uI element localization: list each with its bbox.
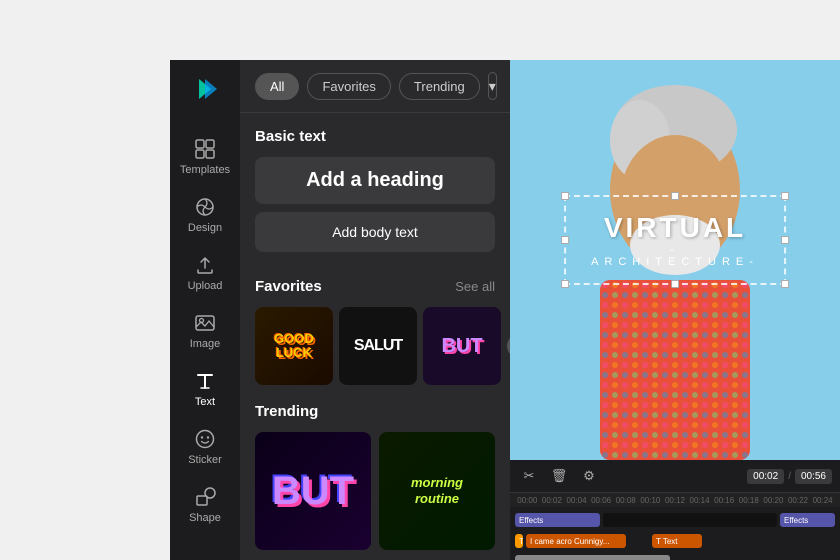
app-logo[interactable] xyxy=(191,75,219,108)
trending-morning-text: morningroutine xyxy=(411,475,463,506)
sticker-label: Sticker xyxy=(188,454,222,466)
total-time: 00:56 xyxy=(795,469,832,484)
favorites-next-button[interactable]: › xyxy=(507,334,510,358)
ruler-mark: 00:18 xyxy=(736,496,761,505)
scissors-icon[interactable]: ✂ xyxy=(518,465,540,487)
settings-icon[interactable]: ⚙ xyxy=(578,465,600,487)
shape-icon xyxy=(194,486,216,508)
sticker-good-luck[interactable]: GOODLUCK xyxy=(255,307,333,385)
ruler-mark: 00:06 xyxy=(589,496,614,505)
ruler-mark: 00:16 xyxy=(712,496,737,505)
ruler-mark: 00:10 xyxy=(638,496,663,505)
timeline-tracks: Effects Effects T I came acro Cunnigy...… xyxy=(510,507,840,560)
tabs-more-button[interactable]: ▾ xyxy=(488,72,497,100)
effects-clip2[interactable]: Effects xyxy=(780,513,835,527)
text-icon xyxy=(194,370,216,392)
panel-tabs: All Favorites Trending ▾ xyxy=(240,60,510,113)
sidebar-item-upload[interactable]: Upload xyxy=(170,244,240,302)
upload-label: Upload xyxy=(188,280,223,292)
sidebar-item-design[interactable]: Design xyxy=(170,186,240,244)
architecture-text: -ARCHITECTURE- xyxy=(591,244,759,268)
sidebar-item-templates[interactable]: Templates xyxy=(170,128,240,186)
current-time: 00:02 xyxy=(747,469,784,484)
trending-header: Trending xyxy=(255,403,495,420)
templates-icon xyxy=(194,138,216,160)
design-icon xyxy=(194,196,216,218)
tab-favorites[interactable]: Favorites xyxy=(307,73,390,100)
panel-content: Basic text Add a heading Add body text F… xyxy=(240,113,510,558)
ruler-mark: 00:02 xyxy=(540,496,565,505)
ruler-mark: 00:12 xyxy=(663,496,688,505)
ruler-mark: 00:14 xyxy=(687,496,712,505)
design-label: Design xyxy=(188,222,222,234)
video-track xyxy=(515,553,835,560)
tab-trending[interactable]: Trending xyxy=(399,73,480,100)
image-icon xyxy=(194,312,216,334)
sidebar: Templates Design Upload Image xyxy=(170,60,240,560)
shape-label: Shape xyxy=(189,512,221,524)
text-clip1[interactable]: I came acro Cunnigy... xyxy=(526,534,626,548)
canvas-text-overlay[interactable]: VIRTUAL -ARCHITECTURE- xyxy=(564,195,786,285)
upload-icon xyxy=(194,254,216,276)
timeline: ✂ 🗑 ⚙ 00:02 / 00:56 00:00 00:02 00:04 00… xyxy=(510,460,840,560)
trending-morning-routine[interactable]: morningroutine xyxy=(379,432,495,550)
effects-clip[interactable]: Effects xyxy=(515,513,600,527)
basic-text-title: Basic text xyxy=(255,128,495,145)
add-heading-button[interactable]: Add a heading xyxy=(255,157,495,204)
handle-bl[interactable] xyxy=(561,280,569,288)
handle-rm[interactable] xyxy=(781,236,789,244)
canvas-area[interactable]: VIRTUAL -ARCHITECTURE- xyxy=(510,60,840,460)
sidebar-item-text[interactable]: Text xyxy=(170,360,240,418)
sticker-icon xyxy=(194,428,216,450)
text-track: T I came acro Cunnigy... T Text xyxy=(515,532,835,550)
good-luck-text: GOODLUCK xyxy=(274,332,314,361)
ruler-marks-container: 00:00 00:02 00:04 00:06 00:08 00:10 00:1… xyxy=(515,496,835,505)
add-body-text-button[interactable]: Add body text xyxy=(255,212,495,252)
see-all-button[interactable]: See all xyxy=(455,279,495,294)
effects-empty xyxy=(603,513,777,527)
handle-lm[interactable] xyxy=(561,236,569,244)
video-clip[interactable] xyxy=(515,555,670,560)
favorites-grid: GOODLUCK SALUT BUT › xyxy=(255,307,495,385)
text-clip2[interactable]: T Text xyxy=(652,534,702,548)
image-label: Image xyxy=(190,338,221,350)
favorites-title: Favorites xyxy=(255,278,322,295)
app-container: Templates Design Upload Image xyxy=(0,0,840,560)
trending-grid: BUT morningroutine xyxy=(255,432,495,550)
ruler-mark: 00:20 xyxy=(761,496,786,505)
ruler-mark: 00:24 xyxy=(810,496,835,505)
handle-bm[interactable] xyxy=(671,280,679,288)
text-panel: All Favorites Trending ▾ Basic text Add … xyxy=(240,60,510,560)
timeline-toolbar: ✂ 🗑 ⚙ 00:02 / 00:56 xyxy=(510,460,840,493)
time-display: 00:02 / 00:56 xyxy=(747,469,832,484)
background-photo: VIRTUAL -ARCHITECTURE- xyxy=(510,60,840,460)
sticker-but[interactable]: BUT xyxy=(423,307,501,385)
trash-icon[interactable]: 🗑 xyxy=(548,465,570,487)
timeline-ruler: 00:00 00:02 00:04 00:06 00:08 00:10 00:1… xyxy=(510,493,840,507)
ruler-mark: 00:08 xyxy=(613,496,638,505)
t-icon: T xyxy=(515,534,523,548)
sticker-salut[interactable]: SALUT xyxy=(339,307,417,385)
tab-all[interactable]: All xyxy=(255,73,299,100)
ruler-mark: 00:00 xyxy=(515,496,540,505)
ruler-mark: 00:04 xyxy=(564,496,589,505)
but-text: BUT xyxy=(441,335,482,358)
handle-br[interactable] xyxy=(781,280,789,288)
ruler-mark: 00:22 xyxy=(786,496,811,505)
handle-tr[interactable] xyxy=(781,192,789,200)
templates-label: Templates xyxy=(180,164,230,176)
trending-but[interactable]: BUT xyxy=(255,432,371,550)
handle-tm[interactable] xyxy=(671,192,679,200)
trending-but-text: BUT xyxy=(272,469,354,514)
sidebar-item-sticker[interactable]: Sticker xyxy=(170,418,240,476)
trending-title: Trending xyxy=(255,403,318,420)
sidebar-item-image[interactable]: Image xyxy=(170,302,240,360)
favorites-header: Favorites See all xyxy=(255,278,495,295)
salut-text: SALUT xyxy=(354,337,402,355)
text-label: Text xyxy=(195,396,215,408)
virtual-text: VIRTUAL xyxy=(591,212,759,244)
sidebar-item-shape[interactable]: Shape xyxy=(170,476,240,534)
handle-tl[interactable] xyxy=(561,192,569,200)
effects-track: Effects Effects xyxy=(515,511,835,529)
